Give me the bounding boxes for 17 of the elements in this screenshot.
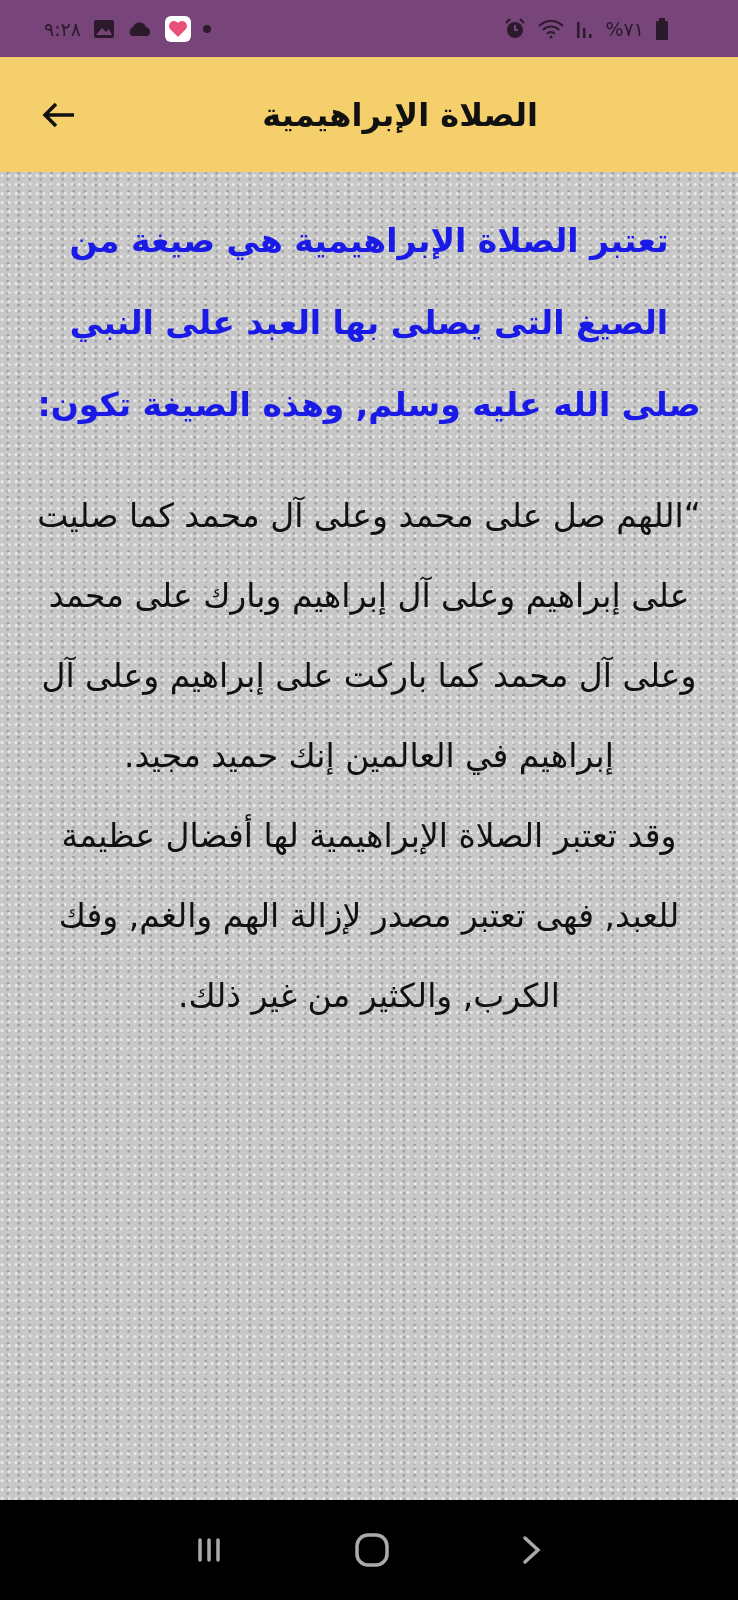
heart-app-icon xyxy=(165,15,192,42)
back-arrow-icon xyxy=(42,101,76,128)
body-paragraph: “اللهم صل على محمد وعلى آل محمد كما صليت على إبراهيم وعلى آل إبراهيم وبارك على محمد وعلى آل محمد كما باركت على إبراهيم وعلى آل إبراهيم في العالمين إنك حميد مجيد. xyxy=(36,495,702,777)
intro-paragraph: تعتبر الصلاة الإبراهيمية هي صيغة من الصيغ التى يصلى بها العبد على النبي صلى الله عليه وسلم, وهذه الصيغة تكون: xyxy=(36,220,702,426)
gallery-icon xyxy=(93,18,116,39)
signal-icon xyxy=(575,19,594,38)
body-paragraph: وقد تعتبر الصلاة الإبراهيمية لها أفضال عظيمة للعبد, فهى تعتبر مصدر لإزالة الهم والغم, وفك الكرب, والكثير من غير ذلك. xyxy=(57,813,681,1017)
chevron-right-icon[interactable] xyxy=(522,1535,542,1565)
clock-text: ٩:٢٨ xyxy=(44,17,82,40)
alarm-icon xyxy=(503,17,526,40)
dot-icon xyxy=(203,24,212,33)
battery-icon xyxy=(656,17,668,40)
battery-percent: %٧١ xyxy=(605,17,644,40)
wifi-icon xyxy=(537,18,564,39)
home-icon[interactable] xyxy=(354,1532,390,1568)
recent-apps-icon[interactable] xyxy=(196,1538,222,1562)
page-title: الصلاة الإبراهيمية xyxy=(262,95,538,134)
